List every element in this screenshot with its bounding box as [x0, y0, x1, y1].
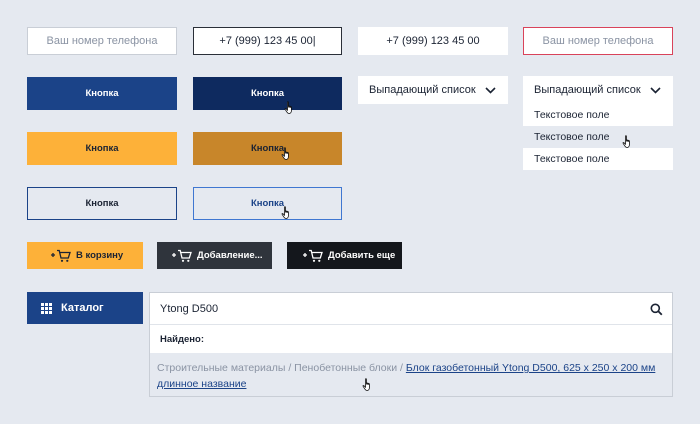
search-input-value: Ytong D500	[160, 302, 219, 315]
adding-to-cart-label: Добавление...	[197, 250, 263, 261]
breadcrumb-item[interactable]: Строительные материалы	[157, 362, 285, 374]
result-link[interactable]: Блок газобетонный Ytong D500, 625 х 250 …	[406, 362, 655, 374]
hand-cursor-icon	[281, 206, 289, 219]
phone-field-filled[interactable]: +7 (999) 123 45 00	[358, 27, 508, 55]
dropdown-closed[interactable]: Выпадающий список	[358, 76, 508, 104]
phone-placeholder-error: Ваш номер телефона	[542, 35, 654, 47]
catalog-button[interactable]: Каталог	[27, 292, 143, 324]
search-found-label: Найдено:	[160, 334, 204, 345]
outline-button[interactable]: Кнопка	[27, 187, 177, 220]
dropdown-open-label: Выпадающий список	[534, 84, 641, 96]
dropdown-option[interactable]: Текстовое поле	[523, 104, 673, 126]
cart-icon	[303, 249, 323, 262]
search-result[interactable]: Строительные материалы / Пенобетонные бл…	[150, 353, 672, 396]
chevron-down-icon	[650, 86, 661, 94]
search-icon[interactable]	[650, 303, 663, 316]
dropdown-open[interactable]: Выпадающий список	[523, 76, 673, 104]
dropdown-option-label: Текстовое поле	[534, 131, 610, 143]
breadcrumb-separator: /	[285, 362, 295, 374]
phone-field-default[interactable]: Ваш номер телефона	[27, 27, 177, 55]
found-label-text: Найдено:	[160, 334, 205, 345]
grid-icon	[41, 302, 52, 314]
phone-value: +7 (999) 123 45 00	[386, 35, 480, 47]
outline-button-label: Кнопка	[85, 198, 119, 209]
adding-to-cart-button[interactable]: Добавление...	[157, 242, 272, 269]
phone-field-focused[interactable]: +7 (999) 123 45 00|	[193, 27, 342, 55]
phone-value-focused: +7 (999) 123 45 00|	[219, 35, 316, 47]
dropdown-option-hovered[interactable]: Текстовое поле	[523, 126, 673, 148]
accent-button[interactable]: Кнопка	[27, 132, 177, 165]
dropdown-option-label: Текстовое поле	[534, 153, 610, 165]
add-to-cart-label: В корзину	[76, 250, 124, 261]
outline-button-hover[interactable]: Кнопка	[193, 187, 342, 220]
hand-cursor-icon	[622, 135, 630, 148]
breadcrumb-item[interactable]: Пенобетонные блоки	[294, 362, 397, 374]
cart-icon	[172, 249, 192, 262]
accent-button-label: Кнопка	[85, 143, 119, 154]
hand-cursor-icon	[362, 378, 370, 391]
hand-cursor-icon	[284, 101, 292, 114]
dropdown-option-label: Текстовое поле	[534, 109, 610, 121]
primary-button-hover[interactable]: Кнопка	[193, 77, 342, 110]
hand-cursor-icon	[281, 147, 289, 160]
dropdown-label: Выпадающий список	[369, 84, 476, 96]
catalog-label: Каталог	[61, 302, 104, 314]
phone-field-error[interactable]: Ваш номер телефона	[523, 27, 673, 55]
search-input[interactable]: Ytong D500	[150, 293, 672, 325]
add-to-cart-button[interactable]: В корзину	[27, 242, 143, 269]
search-box: Ytong D500 Найдено: Строительные материа…	[149, 292, 673, 397]
accent-button-hover-label: Кнопка	[250, 143, 285, 154]
dropdown-option[interactable]: Текстовое поле	[523, 148, 673, 170]
primary-button[interactable]: Кнопка	[27, 77, 177, 110]
phone-placeholder: Ваш номер телефона	[46, 35, 158, 47]
primary-button-label: Кнопка	[85, 88, 119, 99]
accent-button-hover[interactable]: Кнопка	[193, 132, 342, 165]
outline-button-hover-label: Кнопка	[250, 198, 285, 209]
cart-icon	[51, 249, 71, 262]
breadcrumb-separator: /	[397, 362, 406, 374]
primary-button-hover-label: Кнопка	[250, 88, 285, 99]
add-more-label: Добавить еще	[328, 250, 396, 261]
chevron-down-icon	[485, 86, 496, 94]
result-link-continuation[interactable]: длинное название	[157, 378, 246, 390]
add-more-button[interactable]: Добавить еще	[287, 242, 402, 269]
